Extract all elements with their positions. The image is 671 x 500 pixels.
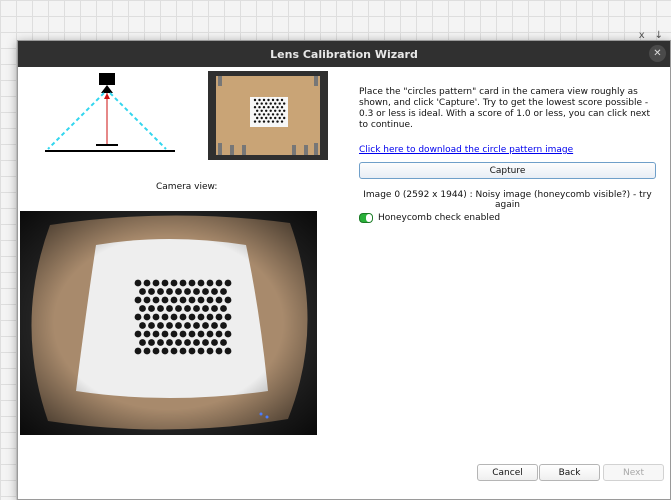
- thumbnail-pattern-dot: [267, 106, 270, 109]
- thumbnail-pattern-dot: [274, 109, 277, 112]
- example-capture-thumbnail: [208, 71, 328, 160]
- thumbnail-pattern-dot: [278, 116, 281, 120]
- thumbnail-pattern-dot: [280, 106, 284, 109]
- thumbnail-pattern-dot: [267, 113, 270, 116]
- thumbnail-pattern-dot: [274, 102, 277, 105]
- thumbnail-pattern-dot: [260, 116, 263, 120]
- cancel-button[interactable]: Cancel: [477, 464, 538, 481]
- thumbnail-pattern-dot: [280, 113, 284, 116]
- dialog-title: Lens Calibration Wizard: [270, 47, 418, 61]
- thumbnail-pattern-dot: [283, 116, 286, 120]
- thumbnail-pattern-dot: [262, 113, 266, 116]
- instructions-text: Place the "circles pattern" card in the …: [359, 87, 651, 130]
- camera-feed-image: [20, 211, 317, 435]
- thumbnail-pattern-dot: [283, 109, 286, 112]
- capture-button[interactable]: Capture: [359, 162, 656, 179]
- thumbnail-pattern-dot: [265, 102, 268, 105]
- thumbnail-pattern-dot: [276, 98, 279, 102]
- thumbnail-pattern-dot: [258, 106, 261, 109]
- thumbnail-pattern-dot: [262, 120, 266, 123]
- thumbnail-pattern-dot: [271, 120, 275, 123]
- thumbnail-pattern-dot: [258, 120, 261, 123]
- thumbnail-pattern-dot: [267, 98, 270, 102]
- camera-view-label: Camera view:: [156, 182, 218, 192]
- thumbnail-pattern-dot: [267, 120, 270, 123]
- thumbnail-pattern-dot: [253, 106, 257, 109]
- honeycomb-label: Honeycomb check enabled: [378, 213, 501, 223]
- download-pattern-link[interactable]: Click here to download the circle patter…: [359, 145, 659, 155]
- distance-arrow-head: [104, 93, 110, 99]
- thumbnail-pattern-dot: [271, 106, 275, 109]
- honeycomb-check-row: Honeycomb check enabled: [359, 213, 500, 223]
- thumbnail-pattern-dot: [258, 113, 261, 116]
- thumbnail-pattern-dot: [276, 120, 279, 123]
- thumbnail-pattern-dot: [271, 113, 275, 116]
- field-of-view-left: [47, 92, 105, 150]
- close-icon[interactable]: ✕: [649, 45, 666, 62]
- next-button[interactable]: Next: [603, 464, 664, 481]
- thumbnail-pattern-dot: [256, 109, 259, 112]
- capture-status-text: Image 0 (2592 x 1944) : Noisy image (hon…: [363, 190, 652, 210]
- instructions-panel: Place the "circles pattern" card in the …: [359, 87, 659, 155]
- thumbnail-pattern-dot: [280, 120, 284, 123]
- thumbnail-pattern-dot: [276, 113, 279, 116]
- thumbnail-pattern-dot: [274, 116, 277, 120]
- thumbnail-pattern-dot: [280, 98, 284, 102]
- dialog-titlebar: Lens Calibration Wizard ✕: [18, 41, 670, 67]
- lens-calibration-dialog: Lens Calibration Wizard ✕ Camera view: P…: [17, 40, 671, 500]
- thumbnail-pattern-dot: [265, 116, 268, 120]
- thumbnail-pattern-dot: [269, 109, 272, 112]
- thumbnail-pattern-dot: [260, 102, 263, 105]
- thumbnail-pattern-dot: [262, 98, 266, 102]
- camera-body-shape: [99, 73, 115, 85]
- thumbnail-pattern-dot: [276, 106, 279, 109]
- thumbnail-pattern-dot: [265, 109, 268, 112]
- thumbnail-pattern-dot: [283, 102, 286, 105]
- thumbnail-pattern-dot: [256, 102, 259, 105]
- thumbnail-pattern-dot: [256, 116, 259, 120]
- thumbnail-pattern-dot: [271, 98, 275, 102]
- example-thumbnail-image: [208, 71, 328, 160]
- camera-lens-shape: [101, 85, 113, 93]
- thumbnail-pattern-dot: [262, 106, 266, 109]
- camera-view: [20, 211, 317, 435]
- thumbnail-pattern-dot: [258, 98, 261, 102]
- thumbnail-pattern-dot: [253, 120, 257, 123]
- thumbnail-pattern-dot: [278, 102, 281, 105]
- thumbnail-pattern-dot: [260, 109, 263, 112]
- thumbnail-pattern-dot: [269, 116, 272, 120]
- thumbnail-pattern-dot: [253, 113, 257, 116]
- field-of-view-right: [109, 92, 167, 150]
- thumbnail-pattern-dot: [278, 109, 281, 112]
- back-button[interactable]: Back: [539, 464, 600, 481]
- honeycomb-toggle[interactable]: [359, 213, 373, 223]
- thumbnail-pattern-dot: [269, 102, 272, 105]
- camera-setup-diagram: [45, 73, 175, 152]
- thumbnail-pattern-dot: [253, 98, 257, 102]
